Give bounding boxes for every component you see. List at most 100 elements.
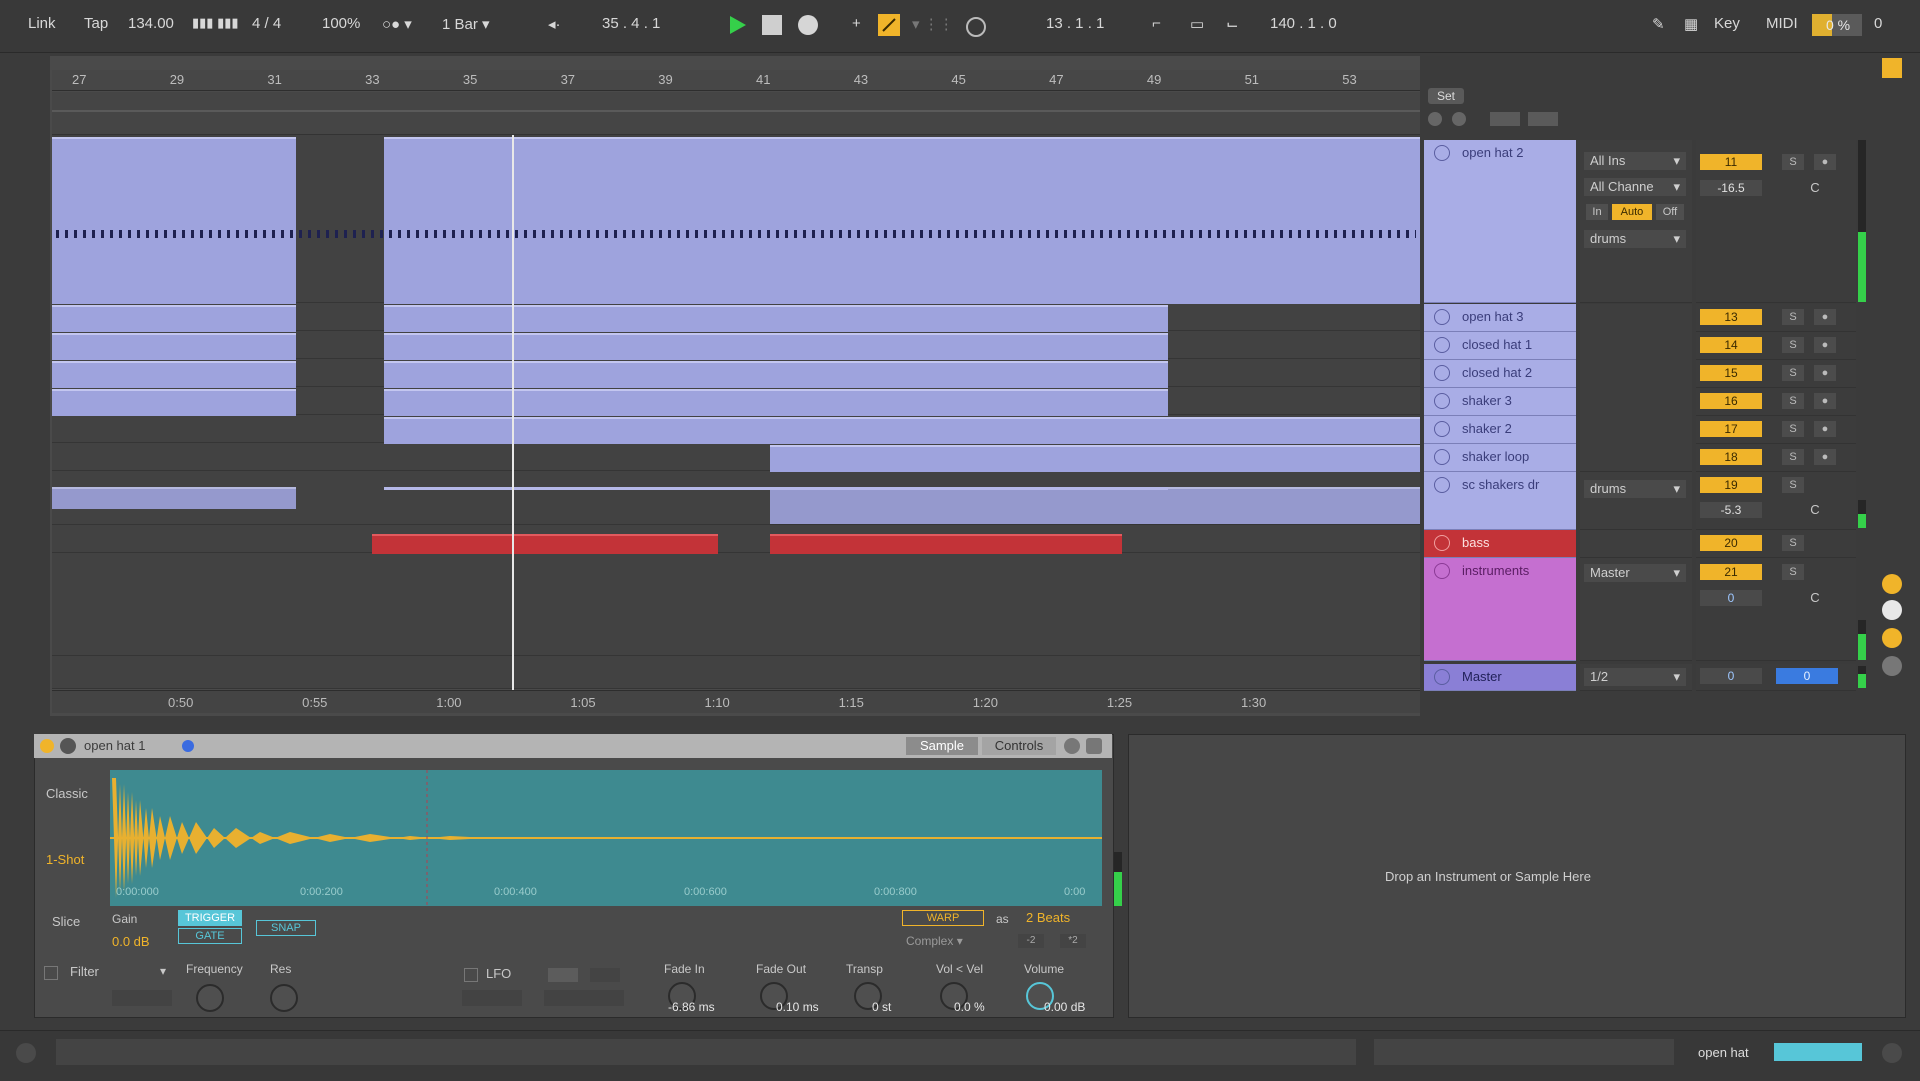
beat-ruler[interactable]: 27 29 31 33 35 37 39 41 43 45 47 49 51 53 bbox=[52, 70, 1420, 91]
solo-button[interactable]: S bbox=[1782, 477, 1804, 493]
hot-swap-icon[interactable] bbox=[1086, 738, 1102, 754]
solo-button[interactable]: S bbox=[1782, 449, 1804, 465]
tempo-field[interactable]: 134.00 bbox=[128, 15, 174, 32]
input-channel-dropdown[interactable]: All Channe ▾ bbox=[1584, 178, 1686, 196]
track-activator[interactable]: 21 bbox=[1700, 564, 1762, 580]
arm-icon[interactable]: ● bbox=[1814, 393, 1836, 409]
overdub-icon[interactable]: + bbox=[852, 15, 861, 32]
tab-sample[interactable]: Sample bbox=[906, 737, 978, 755]
fold-icon[interactable] bbox=[1434, 365, 1450, 381]
output-dropdown[interactable]: drums ▾ bbox=[1584, 480, 1686, 498]
arm-icon[interactable]: ● bbox=[1814, 337, 1836, 353]
preview-icon[interactable] bbox=[60, 738, 76, 754]
track-instruments[interactable]: instruments bbox=[1424, 558, 1576, 661]
output-dropdown[interactable]: Master ▾ bbox=[1584, 564, 1686, 582]
lfo-sync-hz-button[interactable] bbox=[548, 968, 578, 982]
volume-field[interactable]: -16.5 bbox=[1700, 180, 1762, 196]
clip[interactable] bbox=[52, 305, 296, 332]
clip[interactable] bbox=[384, 361, 1168, 388]
key-map-button[interactable]: Key bbox=[1714, 15, 1740, 32]
arm-icon[interactable]: ● bbox=[1814, 421, 1836, 437]
save-preset-icon[interactable] bbox=[1064, 738, 1080, 754]
pan-field[interactable]: C bbox=[1800, 502, 1830, 517]
return-toggle[interactable] bbox=[1882, 656, 1902, 676]
warp-beats-field[interactable]: 2 Beats bbox=[1026, 910, 1070, 925]
vel-vol-value[interactable]: 0.0 % bbox=[954, 1000, 985, 1014]
clip[interactable] bbox=[384, 137, 1420, 304]
warp-mode-dropdown[interactable]: Complex ▾ bbox=[906, 934, 963, 948]
mode-slice[interactable]: Slice bbox=[52, 914, 80, 929]
computer-keyboard-icon[interactable]: ▦ bbox=[1684, 15, 1698, 33]
clip[interactable] bbox=[384, 333, 1168, 360]
track-shaker-2[interactable]: shaker 2 bbox=[1424, 416, 1576, 444]
lane-instruments[interactable] bbox=[52, 553, 1420, 656]
lane-bass[interactable] bbox=[52, 525, 1420, 553]
lfo-waveform-field[interactable] bbox=[462, 990, 522, 1006]
track-activator[interactable]: 17 bbox=[1700, 421, 1762, 437]
loop-switch-icon[interactable]: ▭ bbox=[1190, 15, 1204, 33]
io-toggle-icon[interactable] bbox=[1490, 112, 1520, 126]
bass-clip[interactable] bbox=[372, 534, 718, 554]
solo-button[interactable]: S bbox=[1782, 365, 1804, 381]
fold-icon[interactable] bbox=[1434, 449, 1450, 465]
metronome-icon[interactable]: ▮▮▮ ▮▮▮ bbox=[192, 15, 239, 31]
double-button[interactable]: *2 bbox=[1060, 934, 1086, 948]
next-locator-icon[interactable] bbox=[1452, 112, 1466, 126]
cue-output-dropdown[interactable]: 1/2 ▾ bbox=[1584, 668, 1686, 686]
track-activator[interactable]: 16 bbox=[1700, 393, 1762, 409]
track-closed-hat-1[interactable]: closed hat 1 bbox=[1424, 332, 1576, 360]
clip[interactable] bbox=[384, 305, 1168, 332]
device-title-bar[interactable]: open hat 1 Sample Controls bbox=[34, 734, 1112, 758]
res-knob[interactable] bbox=[270, 984, 298, 1012]
track-activator[interactable]: 19 bbox=[1700, 477, 1762, 493]
solo-button[interactable]: S bbox=[1782, 337, 1804, 353]
halve-button[interactable]: -2 bbox=[1018, 934, 1044, 948]
fold-icon[interactable] bbox=[1434, 337, 1450, 353]
track-sc-shakers[interactable]: sc shakers dr bbox=[1424, 472, 1576, 530]
track-bass[interactable]: bass bbox=[1424, 530, 1576, 558]
loop-icon[interactable] bbox=[966, 17, 986, 37]
track-activator[interactable]: 20 bbox=[1700, 535, 1762, 551]
fold-icon[interactable] bbox=[1434, 535, 1450, 551]
fold-icon[interactable] bbox=[1434, 421, 1450, 437]
filter-type-dropdown[interactable]: ▾ bbox=[160, 964, 166, 978]
pan-field[interactable]: C bbox=[1800, 590, 1830, 605]
play-button[interactable] bbox=[726, 14, 748, 36]
back-to-arrangement-icon[interactable]: ◂· bbox=[548, 15, 561, 33]
output-dropdown[interactable]: drums ▾ bbox=[1584, 230, 1686, 248]
gain-value[interactable]: 0.0 dB bbox=[112, 934, 150, 949]
track-open-hat-3[interactable]: open hat 3 bbox=[1424, 304, 1576, 332]
detail-toggle-icon[interactable] bbox=[1882, 1043, 1902, 1063]
zoom-field[interactable]: 100% bbox=[322, 15, 360, 32]
filter-toggle[interactable] bbox=[44, 966, 58, 980]
volume-value[interactable]: 0.00 dB bbox=[1044, 1000, 1085, 1014]
lfo-sync-beat-button[interactable] bbox=[590, 968, 620, 982]
song-position-field[interactable]: 35 . 4 . 1 bbox=[602, 15, 660, 32]
time-ruler[interactable]: 0:50 0:55 1:00 1:05 1:10 1:15 1:20 1:25 1:30 bbox=[52, 690, 1420, 713]
pan-field[interactable]: C bbox=[1800, 180, 1830, 195]
solo-button[interactable]: S bbox=[1782, 309, 1804, 325]
browser-toggle-icon[interactable] bbox=[1882, 58, 1902, 78]
draw-mode-icon[interactable]: ✎ bbox=[1652, 15, 1665, 33]
clip[interactable] bbox=[52, 137, 296, 304]
clip[interactable] bbox=[384, 417, 1420, 444]
solo-button[interactable]: S bbox=[1782, 421, 1804, 437]
master-pan-field[interactable]: 0 bbox=[1776, 668, 1838, 684]
warp-button[interactable]: WARP bbox=[902, 910, 984, 926]
lane-master[interactable] bbox=[52, 656, 1420, 689]
volume-field[interactable]: -5.3 bbox=[1700, 502, 1762, 518]
automation-line[interactable] bbox=[384, 487, 1168, 490]
volume-field[interactable]: 0 bbox=[1700, 590, 1762, 606]
clip[interactable] bbox=[770, 487, 1420, 524]
snap-button[interactable]: SNAP bbox=[256, 920, 316, 936]
loop-start-field[interactable]: 13 . 1 . 1 bbox=[1046, 15, 1104, 32]
automation-arm-button[interactable] bbox=[878, 14, 900, 36]
set-button[interactable]: Set bbox=[1428, 88, 1464, 104]
overview-toggle-icon[interactable] bbox=[16, 1043, 36, 1063]
track-master[interactable]: Master bbox=[1424, 664, 1576, 691]
track-shaker-loop[interactable]: shaker loop bbox=[1424, 444, 1576, 472]
clip[interactable] bbox=[770, 445, 1420, 472]
trigger-button[interactable]: TRIGGER bbox=[178, 910, 242, 926]
lfo-toggle[interactable] bbox=[464, 968, 478, 982]
track-open-hat-2[interactable]: open hat 2 bbox=[1424, 140, 1576, 303]
